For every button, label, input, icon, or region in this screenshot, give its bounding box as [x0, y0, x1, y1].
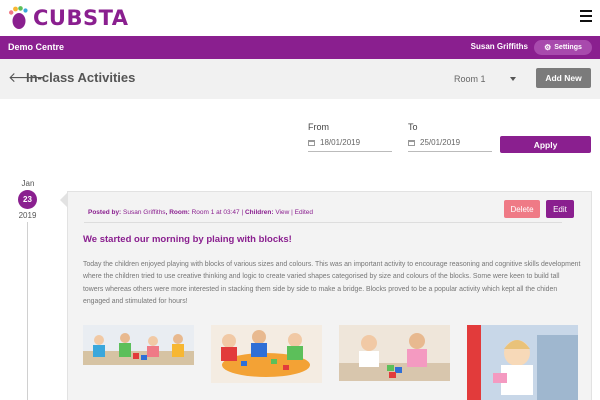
room-select-value: Room 1: [454, 74, 486, 84]
activity-photo[interactable]: [467, 325, 578, 400]
timeline-month: Jan: [21, 179, 35, 188]
activity-photo[interactable]: [83, 325, 194, 365]
logo-text: CUBSTA: [33, 6, 129, 30]
calendar-icon: [408, 140, 415, 146]
card-pointer: [60, 193, 67, 207]
settings-label: Settings: [554, 44, 582, 51]
apply-button[interactable]: Apply: [500, 136, 591, 153]
post-body: Today the children enjoyed playing with …: [83, 261, 581, 305]
edit-button[interactable]: Edit: [546, 200, 574, 218]
to-date-field[interactable]: 25/01/2019: [408, 134, 492, 152]
post-meta: Posted by: Susan Griffiths, Room: Room 1…: [88, 209, 314, 216]
menu-icon[interactable]: [580, 10, 592, 22]
posted-by-label: Posted by:: [88, 209, 122, 216]
top-bar: CUBSTA: [0, 0, 600, 36]
cubsta-logo[interactable]: CUBSTA: [8, 5, 129, 31]
activity-photo[interactable]: [339, 325, 450, 381]
page-title: In-class Activities: [26, 70, 136, 85]
room-time: Room 1 at 03:47: [191, 209, 240, 216]
to-label: To: [408, 122, 418, 132]
children-playing-photo-1: [83, 325, 194, 365]
children-label: Children:: [244, 209, 274, 216]
room-select[interactable]: Room 1: [452, 71, 520, 89]
gear-icon: ⚙: [544, 43, 552, 52]
posted-by-name: Susan Griffiths: [123, 209, 166, 216]
activity-photo[interactable]: [211, 325, 322, 383]
divider: [84, 222, 562, 223]
timeline-year: 2019: [18, 211, 37, 220]
activity-post-card: Posted by: Susan Griffiths, Room: Room 1…: [67, 191, 592, 400]
children-playing-photo-3: [339, 325, 450, 381]
add-new-button[interactable]: Add New: [536, 68, 591, 88]
children-playing-photo-2: [211, 325, 322, 383]
from-date-field[interactable]: 18/01/2019: [308, 134, 392, 152]
from-label: From: [308, 122, 329, 132]
user-name[interactable]: Susan Griffiths: [471, 42, 528, 51]
from-date-value: 18/01/2019: [320, 138, 361, 147]
centre-name: Demo Centre: [8, 42, 65, 52]
room-label: Room:: [169, 209, 190, 216]
post-title: We started our morning by plaing with bl…: [83, 234, 292, 245]
footprint-icon: [9, 6, 28, 29]
children-view-link[interactable]: View: [275, 209, 289, 216]
page-header: 🡐 In-class Activities Room 1 Add New: [0, 59, 600, 99]
delete-button[interactable]: Delete: [504, 200, 540, 218]
chevron-down-icon: [510, 77, 516, 81]
settings-button[interactable]: ⚙ Settings: [534, 40, 592, 55]
calendar-icon: [308, 140, 315, 146]
to-date-value: 25/01/2019: [420, 138, 461, 147]
edited-flag: Edited: [294, 209, 314, 216]
timeline-line: [27, 222, 28, 400]
account-bar: Demo Centre Susan Griffiths ⚙ Settings: [0, 36, 600, 59]
timeline-day-badge: 23: [18, 190, 37, 209]
children-playing-photo-4: [467, 325, 578, 400]
